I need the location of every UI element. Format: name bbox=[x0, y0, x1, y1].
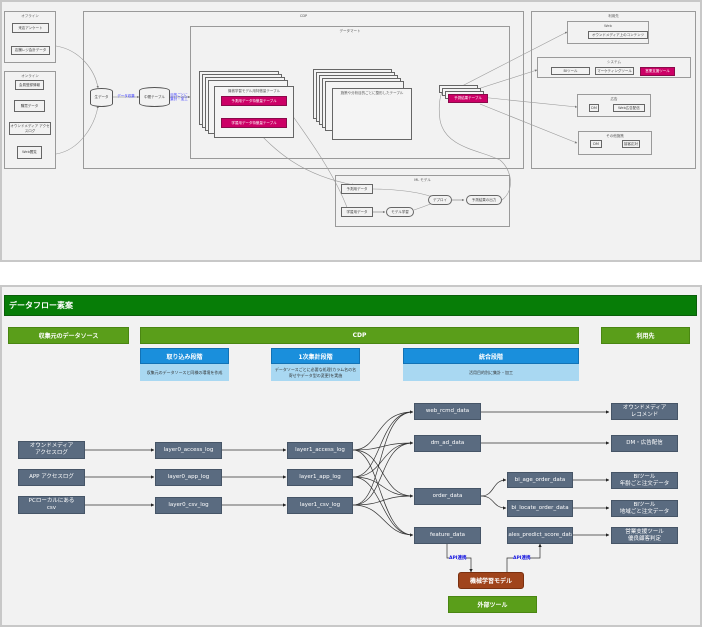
web-rcmd-data: web_rcmd_data bbox=[414, 403, 481, 420]
feature-data: feature_data bbox=[414, 527, 481, 544]
dest-bi-region-order: BIツール 地域ごと注文データ bbox=[611, 500, 678, 517]
api-link-label: API連携 bbox=[513, 555, 531, 561]
edge-fanout bbox=[352, 449, 414, 537]
dest-owned-media-recommend: オウンドメディア レコメンド bbox=[611, 403, 678, 420]
layer0-access-log: layer0_access_log bbox=[155, 442, 222, 459]
layer1-app-log: layer1_app_log bbox=[287, 469, 353, 486]
dest-sales-support-tool: 営業支援ツール 優良顧客判定 bbox=[611, 527, 678, 544]
edge-order-to-bi-age bbox=[480, 478, 507, 497]
layer1-access-log: layer1_access_log bbox=[287, 442, 353, 459]
sales-predict-score-data: sales_predict_score_data bbox=[507, 527, 573, 544]
source-owned-media-log: オウンドメディア アクセスログ bbox=[18, 441, 85, 459]
layer1-csv-log: layer1_csv_log bbox=[287, 497, 353, 514]
edge-order-to-bi-locate bbox=[480, 495, 507, 510]
bi-age-order-data: bi_age_order_data bbox=[507, 472, 573, 488]
edge-fanout bbox=[352, 495, 414, 506]
layer0-csv-log: layer0_csv_log bbox=[155, 497, 222, 514]
source-app-log: APP アクセスログ bbox=[18, 469, 85, 486]
external-tool-label: 外部ツール bbox=[448, 596, 537, 613]
source-local-csv: PCローカルにある csv bbox=[18, 496, 85, 514]
dest-bi-age-order: BIツール 年齢ごと注文データ bbox=[611, 472, 678, 489]
dm-ad-data: dm_ad_data bbox=[414, 435, 481, 452]
dest-dm-ad-delivery: DM・広告配信 bbox=[611, 435, 678, 452]
edge-fanout bbox=[352, 476, 414, 497]
edge-fanout bbox=[352, 504, 414, 536]
bi-locate-order-data: bi_locate_order_data bbox=[507, 500, 573, 517]
order-data: order_data bbox=[414, 488, 481, 505]
ml-model-node: 機械学習モデル bbox=[458, 572, 524, 589]
layer0-app-log: layer0_app_log bbox=[155, 469, 222, 486]
bottom-flow-connectors bbox=[85, 410, 610, 573]
api-link-label: API連携 bbox=[449, 555, 467, 561]
